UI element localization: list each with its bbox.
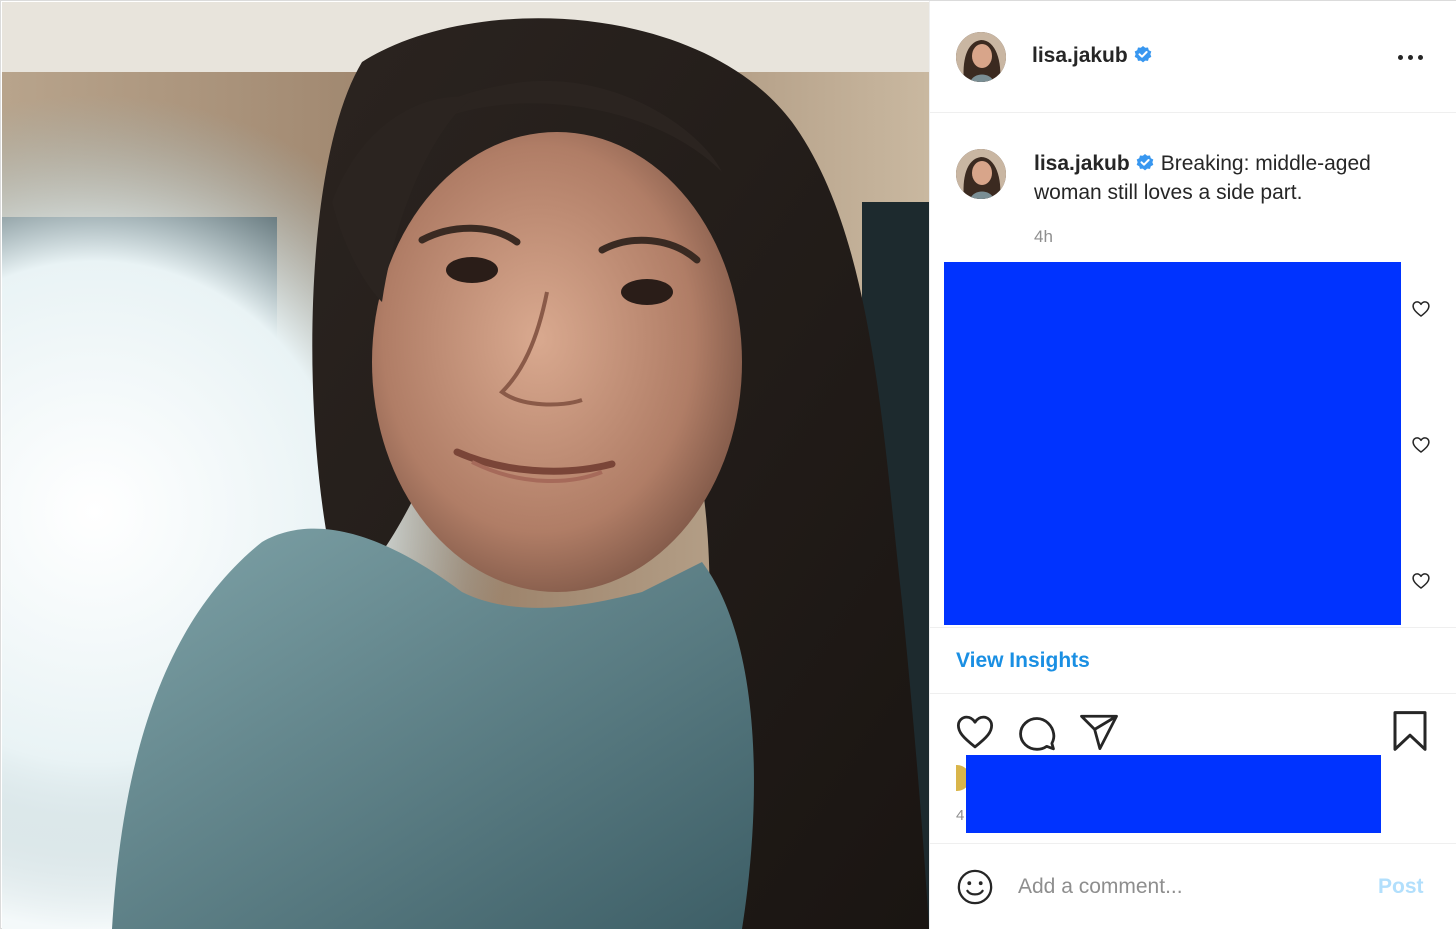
heart-icon[interactable] xyxy=(954,711,996,753)
post-author-username[interactable]: lisa.jakub xyxy=(1032,44,1153,68)
post-side-panel: lisa.jakub lisa.jakub Breaking: middle-a… xyxy=(929,1,1456,929)
caption-avatar[interactable] xyxy=(956,149,1006,199)
view-insights-link[interactable]: View Insights xyxy=(956,649,1090,673)
comment-bar: Post xyxy=(930,843,1456,929)
paper-plane-icon[interactable] xyxy=(1078,711,1120,753)
smiley-icon[interactable] xyxy=(956,868,994,906)
username-text[interactable]: lisa.jakub xyxy=(1032,44,1128,67)
insights-row: View Insights xyxy=(930,627,1456,694)
comment-like-heart-icon[interactable] xyxy=(1411,435,1431,455)
selfie-photo-image xyxy=(2,2,929,929)
more-options-icon[interactable] xyxy=(1396,45,1426,69)
avatar-image xyxy=(956,32,1006,82)
comment-like-heart-icon[interactable] xyxy=(1411,571,1431,591)
comment-input[interactable] xyxy=(1018,870,1358,904)
likes-count[interactable]: 4 xyxy=(956,807,964,824)
comment-bubble-icon[interactable] xyxy=(1016,711,1058,753)
post-comment-button[interactable]: Post xyxy=(1378,875,1424,899)
bookmark-icon[interactable] xyxy=(1390,709,1430,753)
caption-text: lisa.jakub Breaking: middle-aged woman s… xyxy=(1034,149,1434,207)
redacted-likes-block xyxy=(966,755,1381,833)
redacted-comments-block xyxy=(944,262,1401,625)
caption-timestamp[interactable]: 4h xyxy=(1034,227,1053,247)
verified-badge-icon xyxy=(1134,46,1152,63)
avatar[interactable] xyxy=(956,32,1006,82)
post-photo[interactable] xyxy=(2,2,929,929)
post-modal: lisa.jakub lisa.jakub Breaking: middle-a… xyxy=(0,0,1456,929)
avatar-image xyxy=(956,149,1006,199)
verified-badge-icon xyxy=(1136,154,1154,171)
comment-like-heart-icon[interactable] xyxy=(1411,299,1431,319)
caption-username[interactable]: lisa.jakub xyxy=(1034,152,1130,175)
post-header: lisa.jakub xyxy=(930,1,1456,113)
